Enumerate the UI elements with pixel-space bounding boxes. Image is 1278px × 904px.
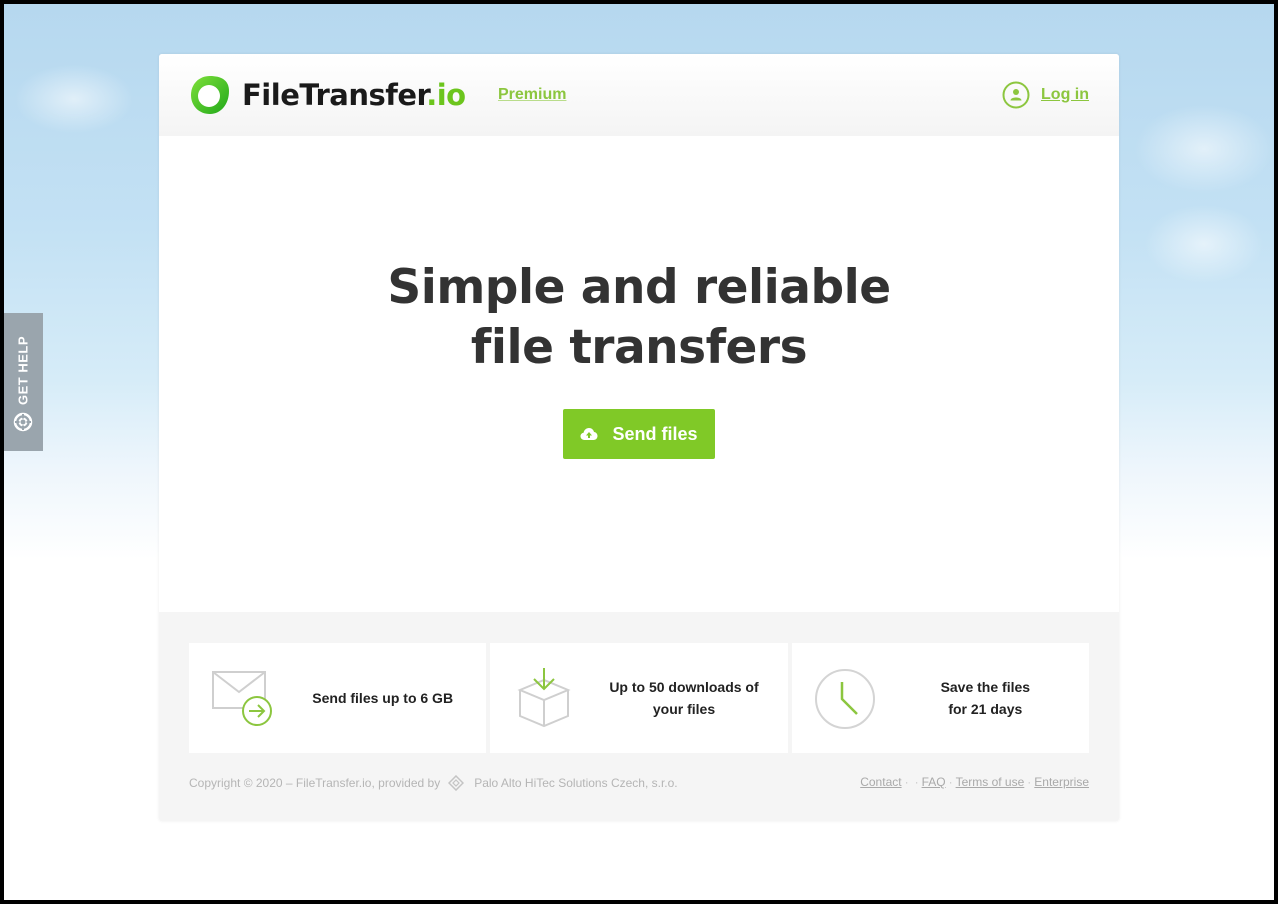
features-row: Send files up to 6 GB Up to 50 downloads… <box>189 643 1089 753</box>
box-download-icon <box>517 668 571 728</box>
diamond-logo-icon <box>448 775 465 791</box>
feature-text-line: Save the files <box>940 679 1031 695</box>
send-files-button[interactable]: Send files <box>563 409 715 459</box>
logo-tld: .io <box>426 78 466 112</box>
copyright-text: Copyright © 2020 – FileTransfer.io, prov… <box>189 776 441 790</box>
footer-link-contact[interactable]: Contact <box>860 775 901 789</box>
copyright: Copyright © 2020 – FileTransfer.io, prov… <box>189 775 678 791</box>
logo-name: FileTransfer <box>242 78 427 112</box>
lifebuoy-icon <box>13 412 33 432</box>
cloud-upload-icon <box>580 428 598 440</box>
logo-text: FileTransfer.io <box>242 78 466 112</box>
background-cloud <box>1144 204 1264 284</box>
get-help-tab[interactable]: GET HELP <box>4 313 43 451</box>
feature-text: Save the files for 21 days <box>882 643 1089 753</box>
user-circle-icon <box>1002 81 1030 109</box>
hero-title-line: file transfers <box>470 320 808 375</box>
link-separator: · <box>904 775 909 789</box>
footer-link-terms[interactable]: Terms of use <box>956 775 1025 789</box>
page-viewport: GET HELP FileTransfer.io Premium Log in … <box>4 4 1274 900</box>
login-label: Log in <box>1041 86 1089 103</box>
link-separator: · <box>948 775 953 789</box>
send-files-label: Send files <box>612 423 698 444</box>
feature-text: Send files up to 6 GB <box>279 643 486 753</box>
hero-title: Simple and reliable file transfers <box>159 258 1119 378</box>
hero-section: Simple and reliable file transfers Send … <box>159 136 1119 612</box>
feature-text-line: your files <box>652 701 716 717</box>
footer-link-enterprise[interactable]: Enterprise <box>1034 775 1089 789</box>
feature-item: Up to 50 downloads of your files <box>490 643 788 753</box>
link-separator: · <box>1027 775 1032 789</box>
hero-title-line: Simple and reliable <box>387 260 891 315</box>
background-cloud <box>1134 104 1274 194</box>
clock-icon <box>814 669 875 729</box>
background-cloud <box>14 64 134 134</box>
link-separator: · <box>914 775 919 789</box>
feature-text: Up to 50 downloads of your files <box>580 643 787 753</box>
envelope-arrow-icon <box>212 671 272 726</box>
get-help-label: GET HELP <box>15 335 31 405</box>
feature-item: Save the files for 21 days <box>791 643 1089 753</box>
feature-text-line: Up to 50 downloads of <box>609 679 759 695</box>
site-footer: Copyright © 2020 – FileTransfer.io, prov… <box>189 772 1089 792</box>
feature-item: Send files up to 6 GB <box>189 643 487 753</box>
feature-text-line: for 21 days <box>948 701 1023 717</box>
company-name[interactable]: Palo Alto HiTec Solutions Czech, s.r.o. <box>474 776 677 790</box>
logo-ring-icon <box>191 76 229 114</box>
login-link[interactable]: Log in <box>1002 81 1089 109</box>
footer-links: Contact · · FAQ · Terms of use · Enterpr… <box>860 775 1089 789</box>
footer-link-faq[interactable]: FAQ <box>922 775 946 789</box>
site-header: FileTransfer.io Premium Log in <box>159 54 1119 136</box>
premium-link[interactable]: Premium <box>498 86 566 104</box>
feature-text-line: Send files up to 6 GB <box>312 690 454 706</box>
main-card: FileTransfer.io Premium Log in Simple an… <box>159 54 1119 821</box>
site-logo[interactable]: FileTransfer.io <box>188 73 466 117</box>
